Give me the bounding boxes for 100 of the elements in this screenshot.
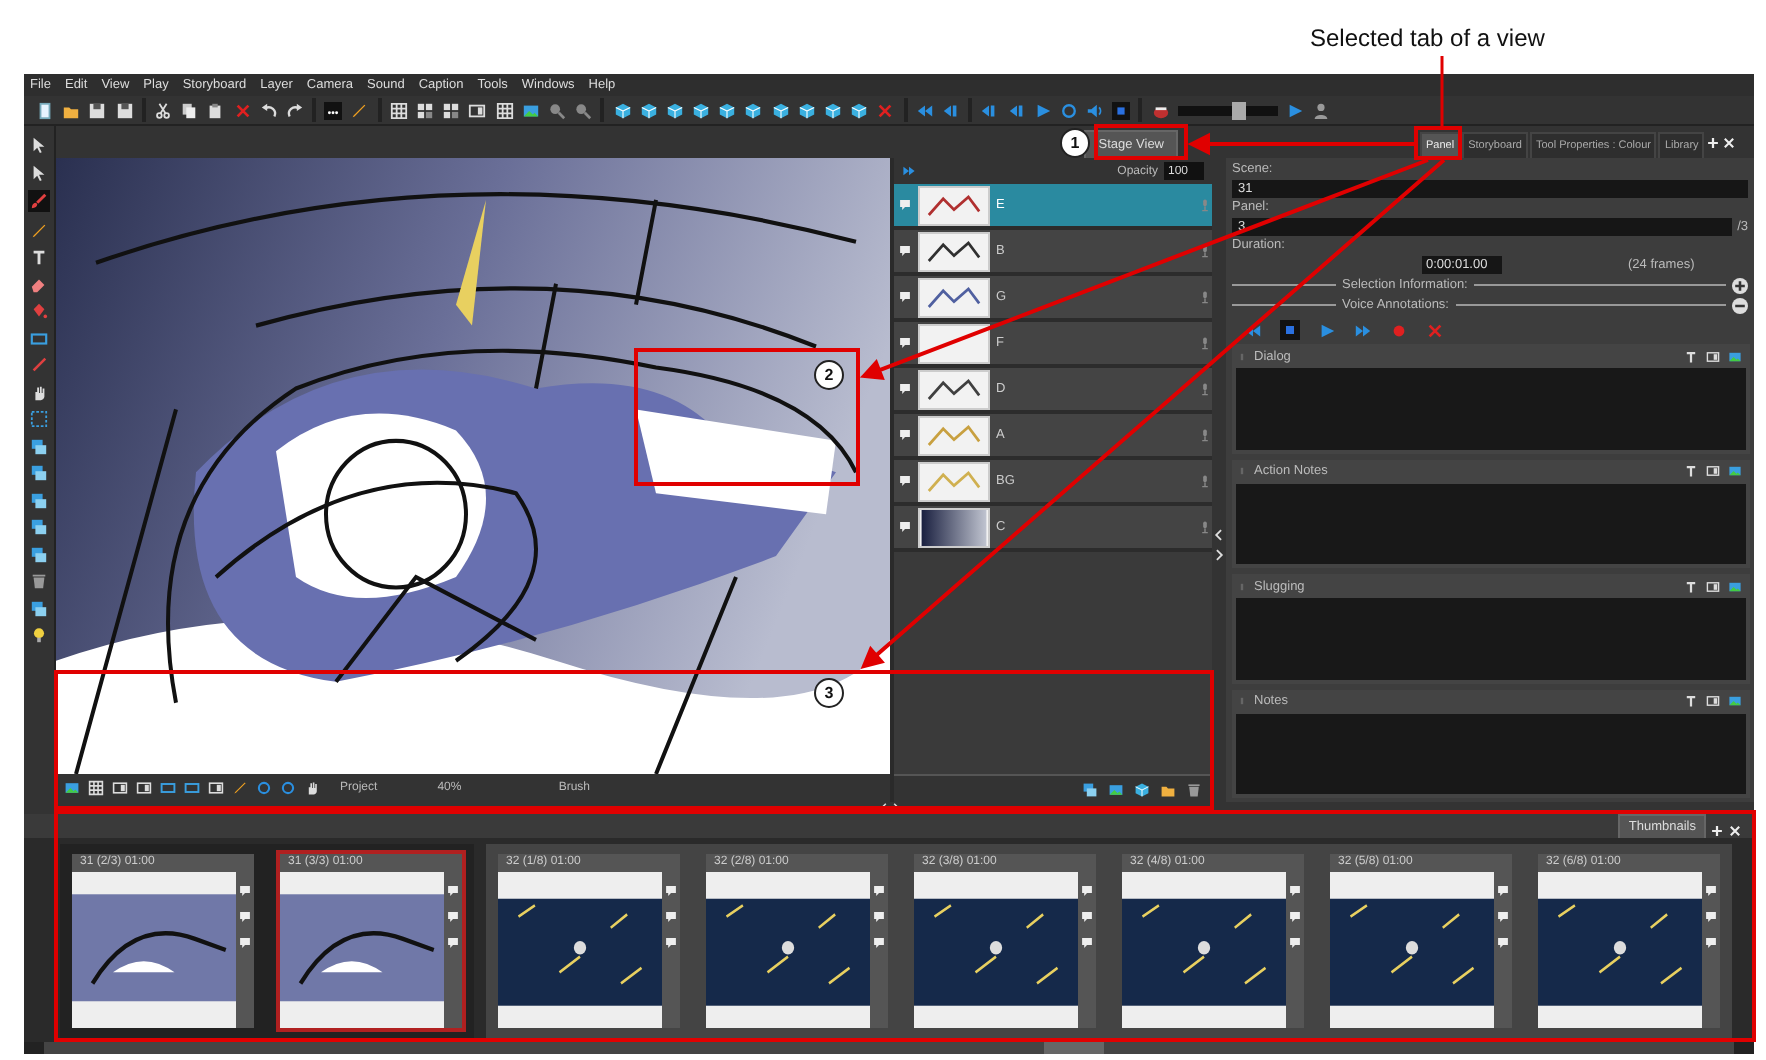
plus-icon[interactable] [1706, 135, 1721, 149]
cube-icon[interactable] [718, 101, 737, 119]
panel-icon[interactable] [1706, 579, 1720, 593]
cross-icon[interactable] [233, 101, 251, 119]
chevronleft-icon[interactable] [1212, 527, 1226, 541]
image-icon[interactable] [64, 780, 80, 796]
panel-icon[interactable] [1706, 694, 1720, 708]
text-icon[interactable] [1684, 349, 1698, 363]
step-icon[interactable] [980, 101, 999, 119]
pot-icon[interactable] [1151, 101, 1170, 119]
bucket-icon[interactable] [30, 302, 48, 320]
panel-icon[interactable] [208, 780, 224, 796]
speech-icon[interactable] [898, 290, 912, 304]
magnifier-icon[interactable] [547, 101, 566, 119]
panel-icon[interactable] [1706, 464, 1720, 478]
close-icon[interactable] [1722, 135, 1737, 149]
chevronright-icon[interactable] [1212, 547, 1226, 561]
panel-icon[interactable] [112, 780, 128, 796]
close-icon[interactable] [1728, 824, 1742, 838]
clipboard-icon[interactable] [206, 101, 225, 119]
slider[interactable] [1177, 105, 1278, 115]
panel-icon[interactable] [468, 101, 487, 119]
cube-icon[interactable] [692, 101, 711, 119]
mic-icon[interactable] [1198, 336, 1212, 350]
cube-icon[interactable] [639, 101, 658, 119]
selection-icon[interactable] [30, 410, 48, 428]
cube-icon[interactable] [613, 101, 631, 119]
brush-icon[interactable] [30, 192, 48, 210]
tiles-icon[interactable] [442, 101, 461, 119]
grid-icon[interactable] [88, 780, 104, 796]
text-icon[interactable] [1684, 579, 1698, 593]
minus-icon[interactable] [1732, 297, 1748, 313]
grid-icon[interactable] [495, 101, 514, 119]
undo-icon[interactable] [259, 101, 278, 119]
cross-icon[interactable] [876, 101, 895, 119]
scrollbar-thumb[interactable] [1044, 1042, 1104, 1054]
pencil-icon[interactable] [30, 221, 48, 239]
speech-icon[interactable] [898, 382, 912, 396]
layers-icon[interactable] [1082, 781, 1098, 797]
speech-icon[interactable] [898, 244, 912, 258]
dots-icon[interactable] [324, 101, 343, 119]
text-icon[interactable] [1684, 464, 1698, 478]
magnifier-icon[interactable] [574, 101, 593, 119]
bulb-icon[interactable] [30, 626, 48, 644]
eraser-icon[interactable] [30, 275, 48, 293]
cube-icon[interactable] [665, 101, 684, 119]
doc-icon[interactable] [36, 101, 54, 119]
scissors-icon[interactable] [153, 101, 172, 119]
rectangle-icon[interactable] [30, 329, 48, 347]
folder-icon[interactable] [62, 101, 81, 119]
cube-icon[interactable] [771, 101, 790, 119]
dropper-icon[interactable] [30, 356, 48, 374]
slider-thumb[interactable] [1231, 101, 1246, 119]
image-icon[interactable] [1728, 694, 1742, 708]
tiles-icon[interactable] [416, 101, 434, 119]
loop-icon[interactable] [1059, 101, 1078, 119]
ffwd-icon[interactable] [902, 164, 916, 178]
cube-icon[interactable] [744, 101, 763, 119]
person-icon[interactable] [1312, 101, 1331, 119]
text-icon[interactable] [1684, 694, 1698, 708]
panel-icon[interactable] [136, 780, 152, 796]
image-icon[interactable] [1728, 464, 1742, 478]
image-icon[interactable] [1728, 349, 1742, 363]
pencil-icon[interactable] [232, 780, 248, 796]
play-icon[interactable] [1033, 101, 1052, 119]
image-icon[interactable] [521, 101, 540, 119]
play-icon[interactable] [1318, 321, 1336, 339]
mic-icon[interactable] [1198, 382, 1212, 396]
speech-icon[interactable] [898, 520, 912, 534]
redo-icon[interactable] [285, 101, 304, 119]
speech-icon[interactable] [898, 336, 912, 350]
speech-icon[interactable] [898, 474, 912, 488]
cube-icon[interactable] [824, 101, 842, 119]
hand-icon[interactable] [304, 780, 320, 796]
speech-icon[interactable] [898, 428, 912, 442]
stop-icon[interactable] [1112, 101, 1131, 119]
image-icon[interactable] [1108, 781, 1124, 797]
pencil-icon[interactable] [350, 101, 369, 119]
stop-icon[interactable] [1280, 320, 1300, 340]
mic-icon[interactable] [1198, 474, 1212, 488]
plus-icon[interactable] [1710, 824, 1724, 838]
panel-icon[interactable] [1706, 349, 1720, 363]
bin-icon[interactable] [1186, 781, 1202, 797]
hand-icon[interactable] [30, 383, 48, 401]
scrollbar[interactable] [44, 1042, 1734, 1054]
cube-icon[interactable] [1134, 781, 1150, 797]
mic-icon[interactable] [1198, 290, 1212, 304]
layers-icon[interactable] [30, 599, 48, 617]
cube-icon[interactable] [797, 101, 816, 119]
speaker-icon[interactable] [1086, 101, 1105, 119]
grid-icon[interactable] [389, 101, 408, 119]
cube-icon[interactable] [850, 101, 869, 119]
play-icon[interactable] [1286, 101, 1304, 119]
text-icon[interactable] [30, 248, 48, 266]
mic-icon[interactable] [1198, 428, 1212, 442]
rewind-icon[interactable] [915, 101, 934, 119]
save-icon[interactable] [115, 101, 134, 119]
plusdark-icon[interactable] [1732, 277, 1748, 293]
ffwd-icon[interactable] [1354, 321, 1372, 339]
save-icon[interactable] [88, 101, 107, 119]
